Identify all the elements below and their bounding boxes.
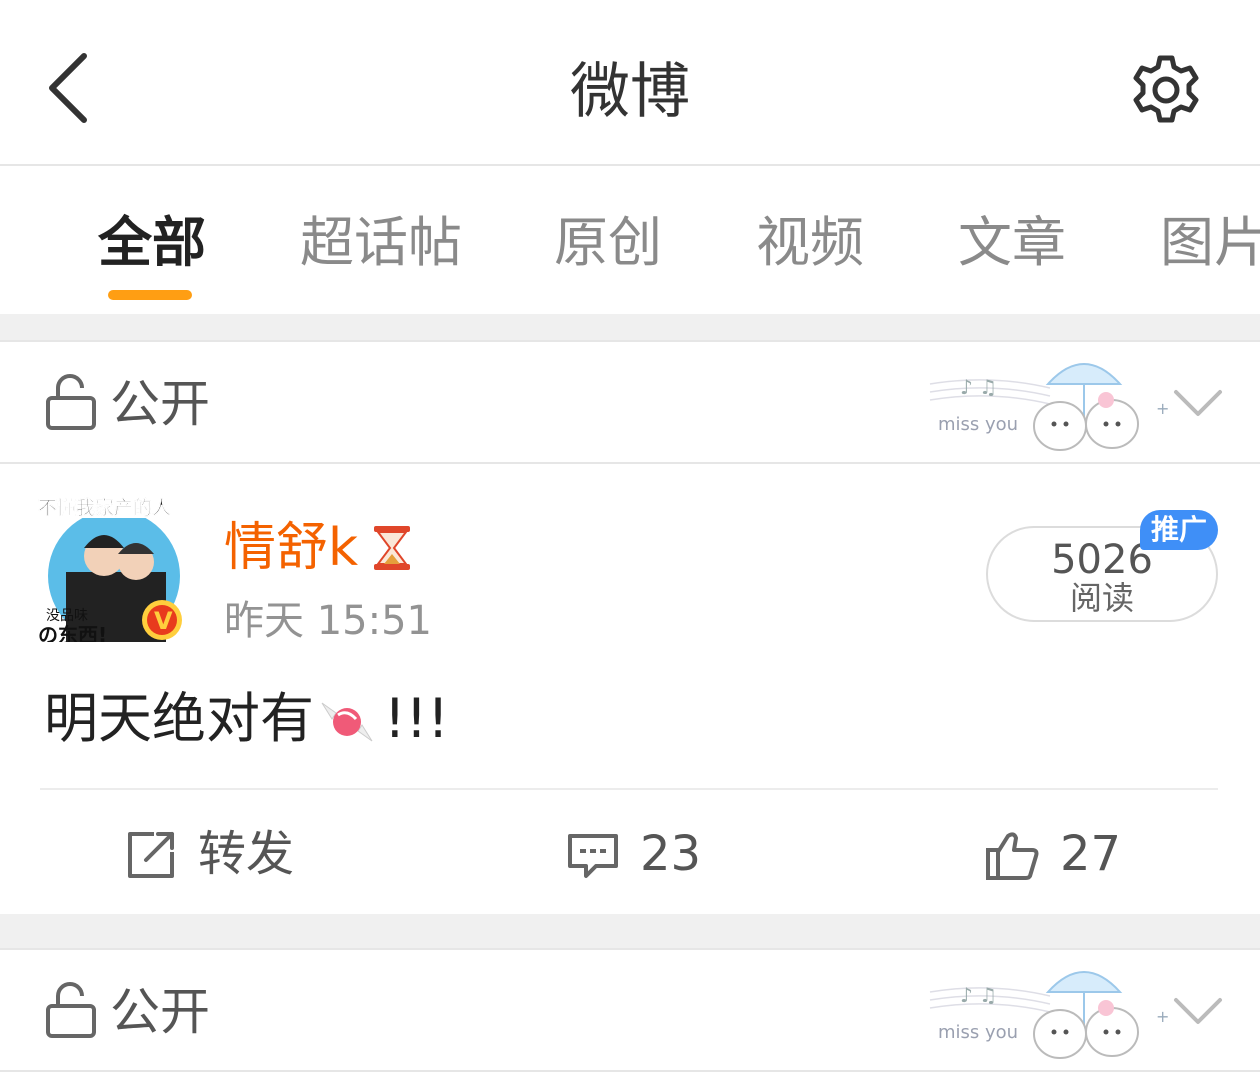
tab-all[interactable]: 全部: [98, 212, 206, 274]
repost-button[interactable]: 转发: [124, 824, 324, 884]
top-bar: 微博: [0, 0, 1260, 166]
tab-bar: 全部 超话帖 原创 视频 文章 图片: [0, 168, 1260, 314]
unlock-icon: [46, 374, 96, 430]
svg-text:+: +: [1156, 1007, 1169, 1026]
svg-text:♪ ♫: ♪ ♫: [960, 375, 997, 399]
sticker-caption: miss you: [938, 1022, 1018, 1043]
tab-super-topic[interactable]: 超话帖: [300, 212, 462, 274]
hourglass-icon: [374, 526, 410, 570]
miss-you-sticker: ♪ ♫ miss you +: [929, 971, 1169, 1059]
comment-button[interactable]: 23: [566, 824, 726, 884]
post-card[interactable]: 不懂我家产的人 没品味 の东西! V 情舒k 昨天 15:51 5026 阅读 …: [0, 464, 1260, 914]
tab-images[interactable]: 图片: [1160, 212, 1260, 274]
post-text-suffix: !!!: [384, 687, 449, 750]
avatar-top-text: 不懂我家产的人: [38, 496, 172, 519]
post-text-main: 明天绝对有: [44, 687, 314, 750]
active-tab-indicator: [108, 290, 192, 300]
section-divider: [0, 914, 1260, 948]
post-timestamp: 昨天 15:51: [224, 598, 432, 644]
tab-original[interactable]: 原创: [554, 212, 662, 274]
chevron-down-icon: [1174, 998, 1222, 1024]
username[interactable]: 情舒k: [224, 516, 358, 580]
post-divider: [40, 788, 1218, 790]
like-count: 27: [1060, 826, 1122, 882]
visibility-row[interactable]: 公开 ♪ ♫ miss you +: [0, 340, 1260, 464]
avatar-mid-text: 没品味: [46, 608, 88, 624]
candy-icon: [321, 702, 373, 742]
comment-icon: [568, 834, 618, 878]
tab-video[interactable]: 视频: [756, 212, 864, 274]
settings-button[interactable]: [1126, 50, 1206, 130]
avatar-bottom-text: の东西!: [38, 623, 107, 642]
like-button[interactable]: 27: [986, 824, 1146, 884]
visibility-label: 公开: [110, 375, 210, 433]
chevron-down-icon: [1174, 390, 1222, 416]
miss-you-sticker: ♪ ♫ miss you +: [929, 363, 1169, 451]
read-count-label: 阅读: [1069, 579, 1134, 617]
thumbs-up-icon: [986, 832, 1039, 880]
svg-text:+: +: [1156, 399, 1169, 418]
post-content: 明天绝对有 !!!: [44, 686, 449, 753]
comment-count: 23: [640, 826, 702, 882]
svg-text:V: V: [154, 607, 173, 635]
visibility-row[interactable]: 公开 ♪ ♫ miss you +: [0, 948, 1260, 1072]
repost-icon: [128, 832, 174, 878]
unlock-icon: [46, 982, 96, 1038]
repost-label: 转发: [198, 826, 295, 882]
section-divider: [0, 314, 1260, 340]
visibility-label: 公开: [110, 983, 210, 1041]
promote-badge[interactable]: 推广: [1140, 510, 1218, 550]
gear-icon: [1133, 55, 1199, 123]
page-title: 微博: [570, 57, 690, 127]
sticker-caption: miss you: [938, 414, 1018, 435]
svg-text:♪ ♫: ♪ ♫: [960, 983, 997, 1007]
tab-article[interactable]: 文章: [958, 212, 1066, 274]
avatar[interactable]: 不懂我家产的人 没品味 の东西! V: [36, 492, 192, 642]
